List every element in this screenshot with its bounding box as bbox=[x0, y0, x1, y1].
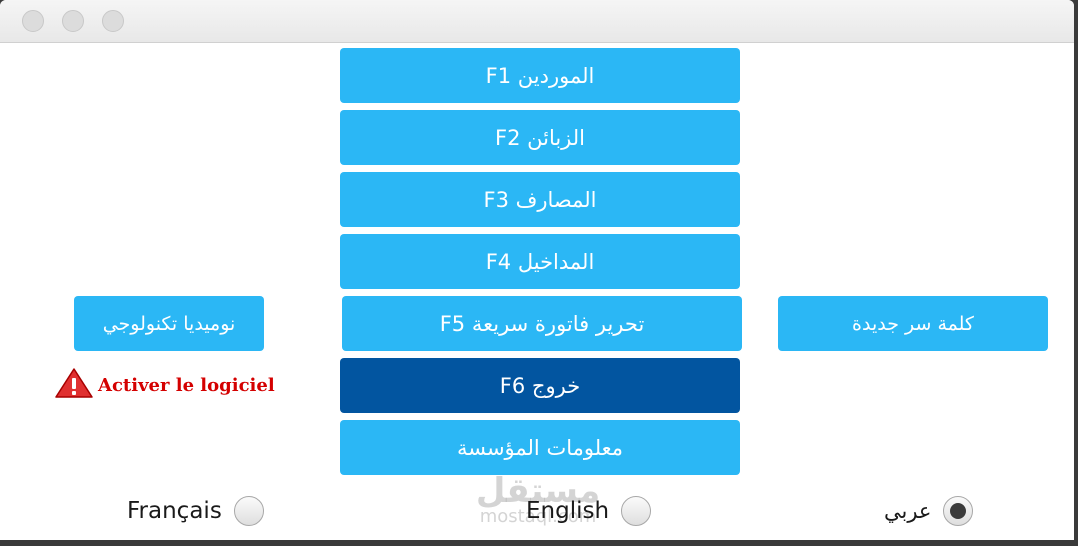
activate-software-link[interactable]: Activer le logiciel bbox=[54, 367, 275, 403]
activate-software-label: Activer le logiciel bbox=[98, 374, 275, 396]
app-window: F1 الموردين F2 الزبائن F3 المصارف F4 الم… bbox=[0, 0, 1074, 540]
close-window-button[interactable] bbox=[22, 10, 44, 32]
language-arabic-radio[interactable] bbox=[943, 496, 974, 526]
customers-button[interactable]: F2 الزبائن bbox=[340, 110, 740, 165]
title-bar bbox=[0, 0, 1074, 43]
language-arabic-option[interactable]: عربي bbox=[884, 494, 974, 528]
quick-invoice-button[interactable]: F5 تحرير فاتورة سريعة bbox=[342, 296, 742, 351]
new-password-button[interactable]: كلمة سر جديدة bbox=[778, 296, 1048, 351]
exit-button[interactable]: F6 خروج bbox=[340, 358, 740, 413]
language-french-option[interactable]: Français bbox=[127, 494, 264, 528]
zoom-window-button[interactable] bbox=[102, 10, 124, 32]
company-info-button[interactable]: معلومات المؤسسة bbox=[340, 420, 740, 475]
warning-icon bbox=[54, 367, 94, 403]
language-english-radio[interactable] bbox=[621, 496, 652, 526]
expenses-button[interactable]: F3 المصارف bbox=[340, 172, 740, 227]
language-english-label: English bbox=[526, 498, 610, 524]
language-english-option[interactable]: English bbox=[526, 494, 652, 528]
income-button[interactable]: F4 المداخيل bbox=[340, 234, 740, 289]
language-arabic-label: عربي bbox=[884, 499, 932, 523]
radio-selected-dot bbox=[950, 503, 967, 519]
language-french-radio[interactable] bbox=[233, 496, 264, 526]
vendor-button[interactable]: نوميديا تكنولوجي bbox=[74, 296, 264, 351]
suppliers-button[interactable]: F1 الموردين bbox=[340, 48, 740, 103]
language-french-label: Français bbox=[127, 498, 222, 524]
minimize-window-button[interactable] bbox=[62, 10, 84, 32]
